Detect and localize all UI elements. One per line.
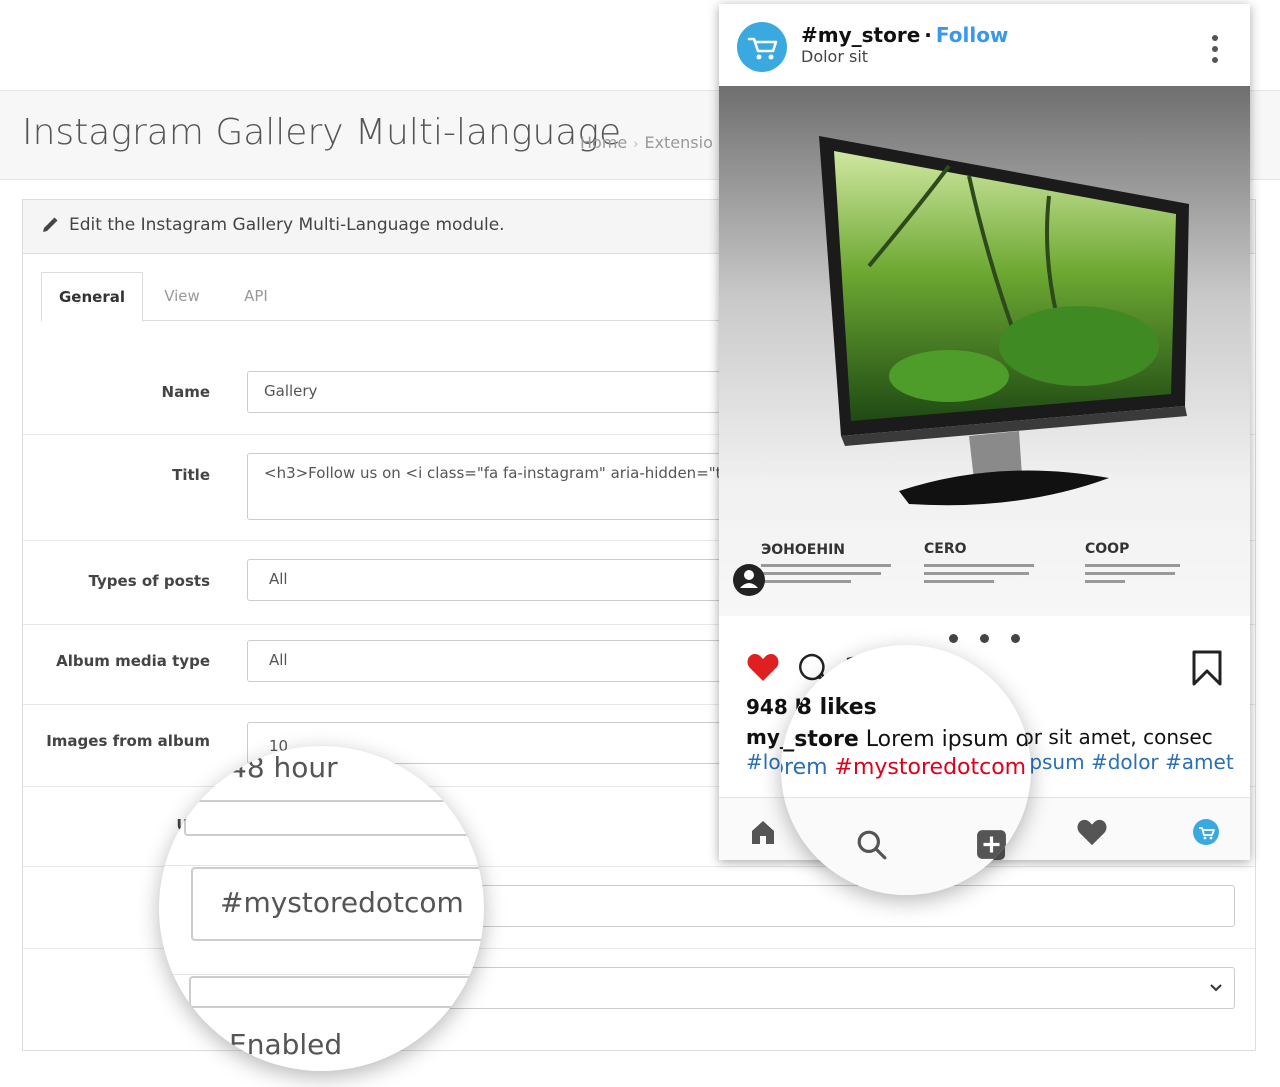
post-location: Dolor sit [801, 47, 869, 66]
more-vertical-icon[interactable] [1212, 34, 1218, 64]
tab-general[interactable]: General [41, 272, 143, 322]
magnifier-post: 948 likes my_store Lorem ipsum dolor sit… [781, 645, 1031, 895]
magnified-update-field [184, 800, 484, 836]
profile-cart-icon[interactable] [1192, 818, 1220, 846]
monitor-illustration: ЭОНОЕНIN CERO COOP [733, 136, 1189, 596]
magnifier-form: 48 hour #mystoredotcom Enabled [159, 746, 484, 1071]
bookmark-icon[interactable] [1191, 649, 1223, 687]
magnified-add-icon [977, 830, 1006, 859]
pencil-icon [43, 217, 58, 232]
product-label-2: CERO [924, 541, 967, 557]
title-label: Title [172, 466, 210, 484]
breadcrumb: Home › Extensio [580, 133, 713, 152]
carousel-dots [719, 628, 1250, 643]
types-of-posts-label: Types of posts [88, 572, 210, 590]
caret-down-icon [1210, 984, 1222, 992]
magnified-update-value: 48 hour [229, 751, 338, 784]
home-icon[interactable] [749, 818, 777, 846]
hashtag-link[interactable]: #dolor [1091, 750, 1159, 774]
magnified-bottom-nav [781, 797, 1031, 895]
hashtag-link[interactable]: #amet [1165, 750, 1234, 774]
magnified-likes: 948 likes [781, 695, 877, 720]
magnified-hashtags: #lorem #mystoredotcom #ipsum [781, 755, 1027, 780]
magnified-divider-2 [159, 974, 484, 975]
activity-heart-icon[interactable] [1076, 817, 1108, 847]
tab-view[interactable]: View [151, 272, 213, 320]
cart-logo-icon [747, 37, 778, 60]
name-label: Name [161, 383, 210, 401]
magnified-caption: my_store Lorem ipsum dolor sit amet, con… [781, 727, 1031, 752]
breadcrumb-extensions[interactable]: Extensio [644, 133, 712, 152]
product-label-3: COOP [1085, 541, 1129, 557]
magnified-status-value: Enabled [229, 1028, 343, 1061]
panel-title: Edit the Instagram Gallery Multi-Languag… [69, 215, 505, 235]
breadcrumb-separator: › [633, 137, 639, 152]
username[interactable]: #my_store [801, 23, 920, 47]
magnified-hashtag-value: #mystoredotcom [220, 886, 464, 919]
post-image[interactable]: ЭОНОЕНIN CERO COOP [719, 86, 1250, 616]
breadcrumb-home[interactable]: Home [580, 133, 627, 152]
magnified-divider [159, 865, 484, 866]
store-avatar[interactable] [737, 22, 787, 72]
album-media-type-label: Album media type [56, 652, 210, 670]
tab-api[interactable]: API [231, 272, 281, 320]
product-label-1: ЭОНОЕНIN [761, 542, 845, 558]
magnified-status-field [189, 976, 484, 1008]
heart-icon[interactable] [746, 651, 780, 683]
images-from-album-label: Images from album [46, 732, 210, 750]
separator: · [924, 23, 932, 47]
magnified-search-icon [857, 830, 887, 860]
follow-button[interactable]: Follow [936, 23, 1009, 47]
page-title: Instagram Gallery Multi-language [22, 112, 622, 153]
post-header-user: #my_store · Follow [801, 23, 1008, 47]
